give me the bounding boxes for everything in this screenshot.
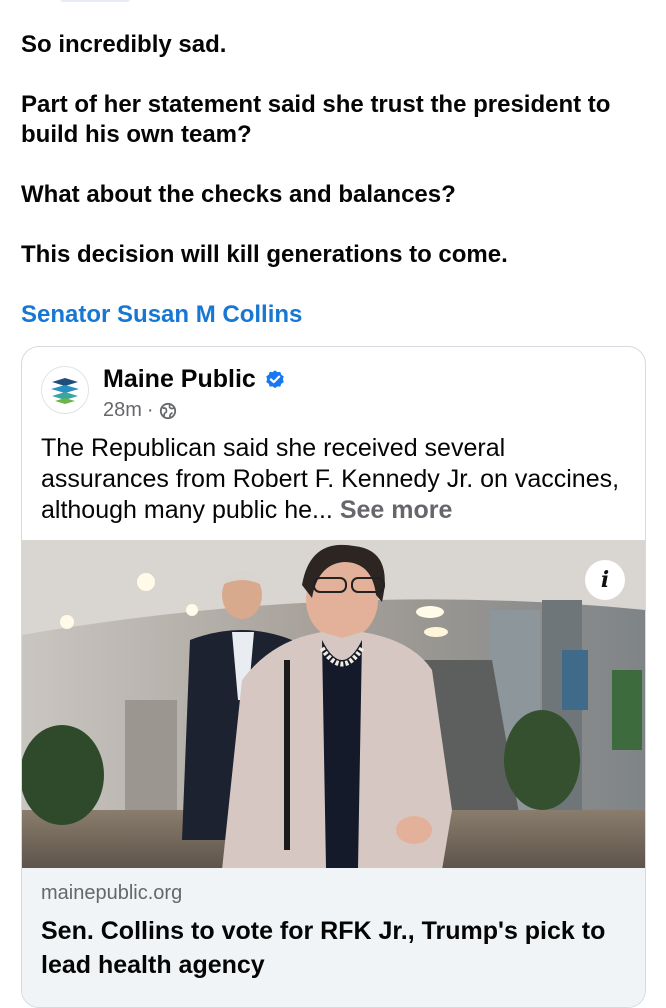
globe-icon	[159, 402, 176, 419]
photo-scene	[22, 540, 645, 868]
article-photo[interactable]: i	[22, 540, 645, 868]
post-paragraph: Part of her statement said she trust the…	[21, 91, 611, 148]
mention-link[interactable]: Senator Susan M Collins	[21, 301, 302, 329]
link-headline[interactable]: Sen. Collins to vote for RFK Jr., Trump'…	[41, 914, 631, 982]
post-paragraph: What about the checks and balances?	[21, 181, 456, 208]
previous-element-edge	[60, 0, 130, 2]
page-name-text[interactable]: Maine Public	[103, 365, 256, 394]
shared-post-body: The Republican said she received several…	[41, 434, 620, 524]
maine-public-logo-icon	[51, 378, 79, 404]
post-paragraph: This decision will kill generations to c…	[21, 241, 508, 268]
separator-dot: ·	[146, 399, 154, 421]
page-name[interactable]: Maine Public	[103, 365, 286, 394]
info-icon[interactable]: i	[585, 560, 625, 600]
link-preview[interactable]: mainepublic.org Sen. Collins to vote for…	[22, 868, 645, 1007]
link-domain: mainepublic.org	[41, 882, 183, 904]
shared-post-text: The Republican said she received several…	[41, 433, 631, 526]
post-meta: 28m ·	[103, 399, 177, 422]
see-more-link[interactable]: See more	[340, 496, 453, 524]
page-avatar[interactable]	[41, 366, 89, 414]
post-time[interactable]: 28m	[103, 399, 142, 422]
shared-post-card[interactable]: Maine Public 28m · The Republican said s…	[21, 346, 646, 1008]
verified-badge-icon	[266, 369, 284, 388]
post-paragraph: So incredibly sad.	[21, 31, 227, 58]
